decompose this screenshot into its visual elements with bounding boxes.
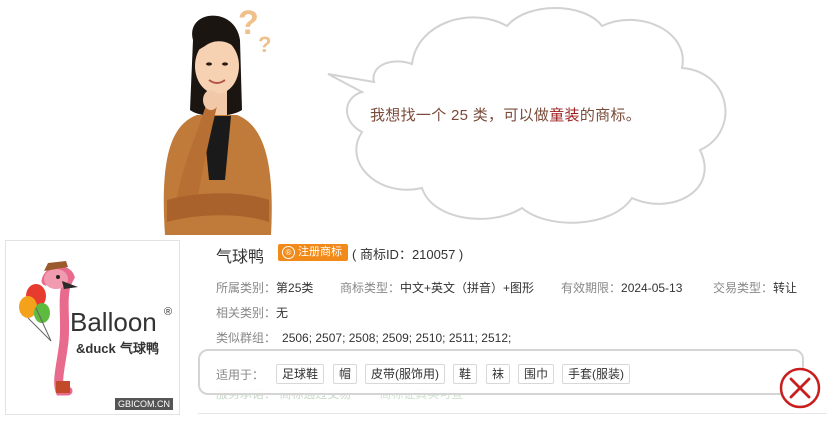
related-label: 相关类别：	[216, 306, 277, 320]
registered-badge: ® 注册商标	[278, 244, 348, 261]
detail-related: 相关类别：无	[216, 304, 288, 321]
applicable-chip[interactable]: 手套(服装)	[562, 364, 630, 384]
applicable-chip[interactable]: 袜	[486, 364, 511, 384]
trademark-name[interactable]: 气球鸭	[216, 243, 264, 267]
speech-text: 我想找一个 25 类，可以做童装的商标。	[370, 104, 690, 125]
svg-text:?: ?	[258, 32, 271, 57]
divider	[198, 413, 827, 414]
logo-word-cn: 气球鸭	[120, 341, 159, 357]
detail-trade: 交易类型：转让	[713, 279, 797, 296]
type-label: 商标类型：	[340, 281, 401, 295]
trade-value: 转让	[773, 281, 798, 295]
detail-validity: 有效期限：2024-05-13	[561, 279, 682, 296]
category-label: 所属类别：	[216, 281, 277, 295]
registered-badge-label: 注册商标	[298, 246, 342, 258]
balloon-duck-logo-image: Balloon ® &duck 气球鸭	[19, 261, 172, 396]
close-circle-icon[interactable]	[778, 366, 822, 410]
question-mark-icon: ? ?	[238, 4, 271, 57]
applicable-chip[interactable]: 围巾	[518, 364, 555, 384]
logo-word-main: Balloon	[70, 307, 157, 337]
detail-type: 商标类型：中文+英文（拼音）+图形	[340, 279, 534, 296]
registered-icon: ®	[282, 246, 295, 259]
trademark-logo[interactable]: Balloon ® &duck 气球鸭 GBICOM.CN	[5, 240, 180, 415]
related-value: 无	[276, 306, 289, 320]
speech-text-after: 的商标。	[579, 107, 642, 124]
detail-category: 所属类别：第25类	[216, 279, 313, 296]
trade-label: 交易类型：	[713, 281, 774, 295]
applicable-chip[interactable]: 足球鞋	[276, 364, 325, 384]
group-label: 类似群组：	[216, 331, 277, 345]
speech-highlight: 童装	[549, 107, 580, 124]
applicable-chip[interactable]: 帽	[333, 364, 358, 384]
logo-word-sub: &duck	[76, 341, 117, 356]
speech-text-before: 我想找一个 25 类，可以做	[370, 107, 550, 124]
applicable-label: 适用于：	[216, 368, 265, 382]
svg-text:?: ?	[238, 4, 259, 42]
type-value: 中文+英文（拼音）+图形	[400, 281, 535, 295]
category-value: 第25类	[276, 281, 314, 295]
applicable-chip[interactable]: 鞋	[453, 364, 478, 384]
detail-group: 类似群组： 2506; 2507; 2508; 2509; 2510; 2511;…	[216, 329, 511, 346]
logo-registered: ®	[164, 306, 172, 318]
validity-label: 有效期限：	[561, 281, 622, 295]
applicable-chip[interactable]: 皮带(服饰用)	[365, 364, 445, 384]
validity-value: 2024-05-13	[621, 281, 683, 295]
group-value: 2506; 2507; 2508; 2509; 2510; 2511; 2512…	[282, 331, 512, 345]
trademark-id: ( 商标ID：210057 )	[352, 247, 464, 262]
logo-watermark: GBICOM.CN	[114, 398, 173, 410]
